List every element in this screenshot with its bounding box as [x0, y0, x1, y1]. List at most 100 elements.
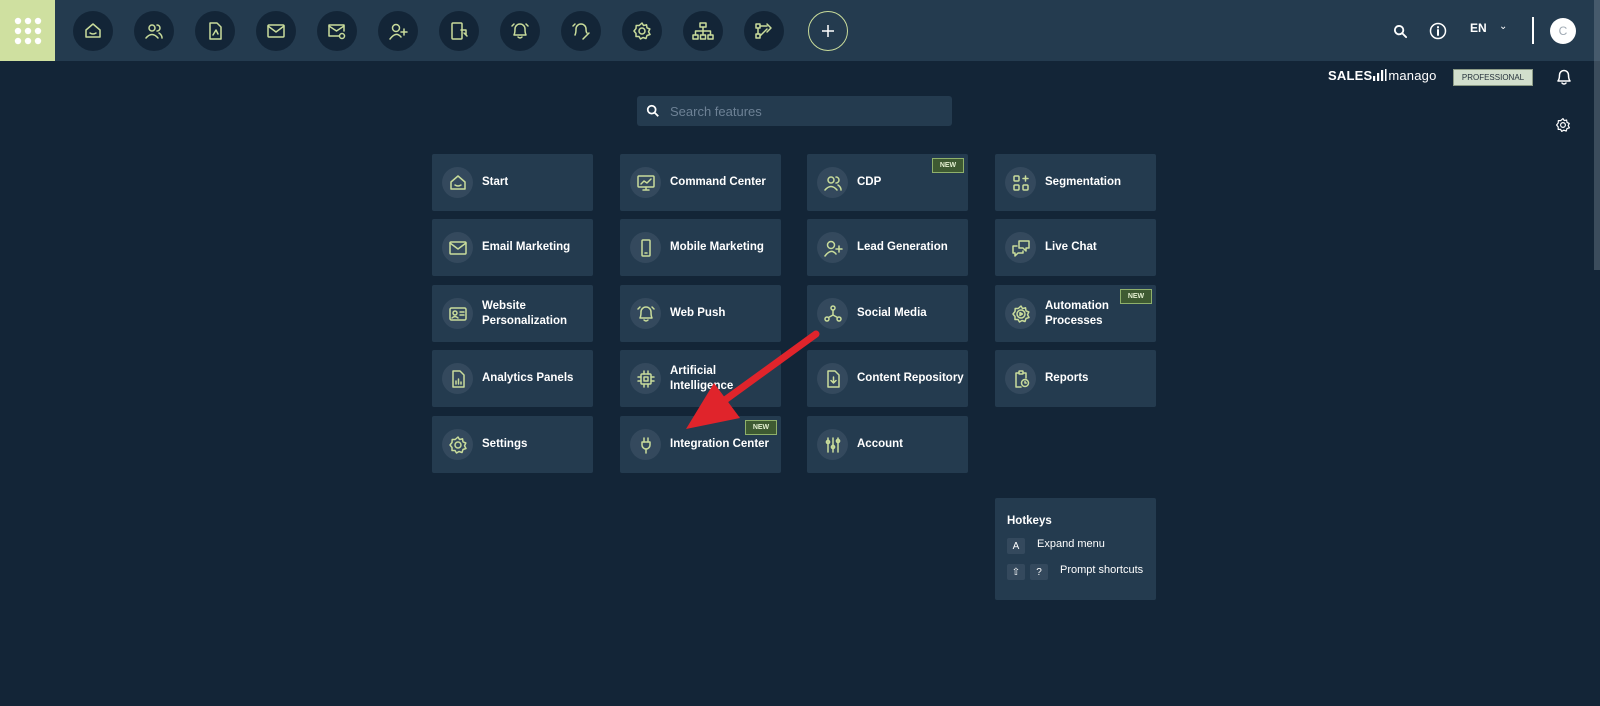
tile-email-marketing[interactable]: Email Marketing	[432, 219, 593, 276]
hotkey-question-key: ?	[1030, 564, 1048, 580]
monitor-chart-icon	[630, 167, 661, 198]
nav-email-button[interactable]	[256, 11, 296, 51]
envelope-icon	[442, 232, 473, 263]
search-button[interactable]	[1391, 22, 1409, 40]
tile-automation-processes[interactable]: Automation Processes NEW	[995, 285, 1156, 342]
tile-label: Reports	[1045, 372, 1089, 384]
hotkeys-panel: Hotkeys A Expand menu ⇧ ? Prompt shortcu…	[995, 498, 1156, 600]
gear-play-icon	[1005, 298, 1036, 329]
brand-name-bold: SALES	[1328, 68, 1373, 83]
bars-logo-icon	[1373, 69, 1387, 81]
tile-label: Mobile Marketing	[670, 241, 764, 253]
tile-label: Analytics Panels	[482, 372, 574, 384]
tile-label: Start	[482, 176, 509, 188]
tile-lead-generation[interactable]: Lead Generation	[807, 219, 968, 276]
tile-web-push[interactable]: Web Push	[620, 285, 781, 342]
tile-label: Lead Generation	[857, 241, 948, 253]
hotkeys-title: Hotkeys	[1007, 515, 1052, 527]
plus-icon	[822, 25, 834, 37]
brand-name-light: manago	[1388, 68, 1437, 83]
new-badge: NEW	[1120, 289, 1152, 304]
tile-website-personalization[interactable]: Website Personalization	[432, 285, 593, 342]
top-navigation-bar: EN ⌄ C	[0, 0, 1600, 61]
page-scrollbar[interactable]	[1594, 0, 1600, 270]
email-settings-icon	[328, 24, 346, 40]
tile-label: Live Chat	[1045, 241, 1097, 253]
tile-content-repository[interactable]: Content Repository	[807, 350, 968, 407]
hotkey-prompt-shortcuts-label: Prompt shortcuts	[1060, 564, 1144, 576]
nav-contacts-button[interactable]	[134, 11, 174, 51]
info-button[interactable]	[1428, 21, 1448, 41]
bell-icon	[1557, 69, 1571, 85]
nav-notifications-wand-button[interactable]	[561, 11, 601, 51]
gear-icon	[633, 22, 651, 40]
feature-search[interactable]	[637, 96, 952, 126]
nav-add-contact-button[interactable]	[378, 11, 418, 51]
chat-icon	[1005, 232, 1036, 263]
salesmanago-logo: SALES manago	[1328, 68, 1437, 83]
chevron-down-icon[interactable]: ⌄	[1499, 21, 1507, 32]
analytics-file-icon	[442, 363, 473, 394]
new-badge: NEW	[932, 158, 964, 173]
tile-social-media[interactable]: Social Media	[807, 285, 968, 342]
tile-account[interactable]: Account	[807, 416, 968, 473]
language-selector[interactable]: EN	[1470, 21, 1487, 35]
tile-label: Integration Center	[670, 438, 770, 450]
hotkey-a-key: A	[1007, 538, 1025, 554]
tile-command-center[interactable]: Command Center	[620, 154, 781, 211]
tile-label: Web Push	[670, 307, 726, 319]
smartphone-icon	[630, 232, 661, 263]
bell-wand-icon	[572, 23, 590, 40]
user-avatar[interactable]: C	[1550, 18, 1576, 44]
search-icon	[1393, 24, 1407, 38]
tile-segmentation[interactable]: Segmentation	[995, 154, 1156, 211]
tile-label: Settings	[482, 438, 528, 450]
nav-workflow-button[interactable]	[744, 11, 784, 51]
nav-settings-button[interactable]	[622, 11, 662, 51]
tile-artificial-intelligence[interactable]: Artificial Intelligence	[620, 350, 781, 407]
nav-mobile-button[interactable]	[439, 11, 479, 51]
bell-icon	[511, 23, 529, 39]
tile-settings[interactable]: Settings	[432, 416, 593, 473]
users-icon	[817, 167, 848, 198]
email-icon	[267, 24, 285, 38]
tile-reports[interactable]: Reports	[995, 350, 1156, 407]
segments-icon	[1005, 167, 1036, 198]
tile-cdp[interactable]: CDP NEW	[807, 154, 968, 211]
add-contact-icon	[389, 23, 408, 40]
file-download-icon	[817, 363, 848, 394]
tile-label: Artificial Intelligence	[670, 364, 734, 392]
clipboard-clock-icon	[1005, 363, 1036, 394]
tile-start[interactable]: Start	[432, 154, 593, 211]
id-card-icon	[442, 298, 473, 329]
nav-sitemap-button[interactable]	[683, 11, 723, 51]
page-settings-button[interactable]	[1553, 115, 1573, 135]
add-shortcut-button[interactable]	[808, 11, 848, 51]
new-badge: NEW	[745, 420, 777, 435]
tile-label: Segmentation	[1045, 176, 1122, 188]
tile-label: Account	[857, 438, 903, 450]
notifications-button[interactable]	[1554, 67, 1574, 87]
tile-label: Command Center	[670, 176, 766, 188]
hotkey-shift-key: ⇧	[1007, 564, 1025, 580]
tile-mobile-marketing[interactable]: Mobile Marketing	[620, 219, 781, 276]
user-plus-icon	[817, 232, 848, 263]
workflow-icon	[755, 23, 772, 39]
nav-notifications-button[interactable]	[500, 11, 540, 51]
nav-email-settings-button[interactable]	[317, 11, 357, 51]
home-icon	[85, 23, 101, 38]
nav-home-button[interactable]	[73, 11, 113, 51]
hotkey-expand-menu-label: Expand menu	[1037, 538, 1105, 550]
bell-icon	[630, 298, 661, 329]
nav-document-button[interactable]	[195, 11, 235, 51]
info-icon	[1429, 22, 1447, 40]
tile-live-chat[interactable]: Live Chat	[995, 219, 1156, 276]
tile-integration-center[interactable]: Integration Center NEW	[620, 416, 781, 473]
tile-analytics-panels[interactable]: Analytics Panels	[432, 350, 593, 407]
apps-grid-button[interactable]	[0, 0, 55, 61]
mobile-icon	[451, 22, 468, 40]
search-features-input[interactable]	[668, 102, 932, 120]
topbar-divider	[1532, 17, 1534, 44]
gear-icon	[1556, 118, 1570, 132]
tile-label: Email Marketing	[482, 241, 571, 253]
